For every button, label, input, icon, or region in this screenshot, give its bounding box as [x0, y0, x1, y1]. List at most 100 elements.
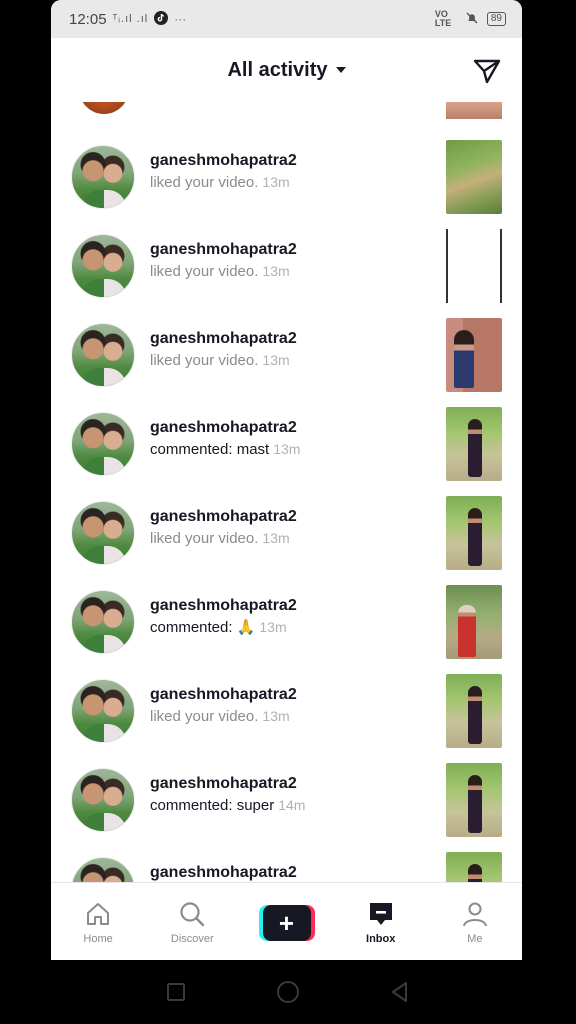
timestamp: 13m	[262, 174, 290, 190]
avatar[interactable]	[71, 233, 135, 298]
notification-text: ganeshmohapatra2 commented: 🙏 13m	[150, 596, 297, 639]
notification-text: ganeshmohapatra2 commented: mast 13m	[150, 418, 300, 461]
avatar[interactable]	[71, 589, 135, 654]
video-thumbnail[interactable]	[446, 673, 502, 748]
nav-home-label: Home	[83, 932, 113, 945]
list-item[interactable]: ganeshmohapatra2 liked your video. 13m	[51, 666, 522, 755]
list-item-partial	[51, 102, 522, 120]
list-item[interactable]: ganeshmohapatra2 commented: 🙏 13m	[51, 577, 522, 666]
avatar[interactable]	[71, 767, 135, 832]
status-bar-right: VO LTE 89	[435, 10, 506, 28]
notification-message: liked your video. 13m	[150, 705, 297, 728]
username[interactable]: ganeshmohapatra2	[150, 151, 297, 171]
home-circle-icon[interactable]	[275, 979, 301, 1005]
nav-me-label: Me	[467, 932, 483, 945]
nav-discover-label: Discover	[170, 932, 214, 945]
message-text: commented: 🙏	[150, 619, 256, 636]
username[interactable]: ganeshmohapatra2	[150, 418, 300, 438]
timestamp: 13m	[262, 530, 290, 546]
avatar[interactable]	[71, 678, 135, 743]
plus-icon: +	[258, 904, 315, 941]
avatar[interactable]	[71, 411, 135, 476]
status-bar-left: 12:05 ᵀᵢ.ıl .ıl ···	[69, 10, 187, 28]
status-time: 12:05	[69, 10, 107, 28]
list-item[interactable]: ganeshmohapatra2 liked your video. 13m	[51, 310, 522, 399]
notification-text: ganeshmohapatra2 commented: super 14m	[150, 774, 305, 817]
list-item[interactable]: ganeshmohapatra2 liked your video. 13m	[51, 132, 522, 221]
battery-indicator: 89	[486, 12, 506, 26]
more-notifications-icon: ···	[174, 12, 187, 26]
video-thumbnail[interactable]	[446, 139, 502, 214]
list-item[interactable]: ganeshmohapatra2 commented: super 14m	[51, 755, 522, 844]
back-icon[interactable]	[387, 979, 413, 1005]
notification-message: commented: 🙏 13m	[150, 616, 297, 639]
activity-filter-dropdown[interactable]: All activity	[227, 58, 346, 82]
notification-message: commented: mast 13m	[150, 438, 300, 461]
video-thumbnail[interactable]	[446, 406, 502, 481]
notification-text: ganeshmohapatra2 liked your video. 13m	[150, 151, 297, 194]
app-screen: 12:05 ᵀᵢ.ıl .ıl ··· VO LTE 89 All activi…	[51, 0, 522, 960]
video-thumbnail[interactable]	[446, 495, 502, 570]
nav-home[interactable]: Home	[51, 883, 145, 960]
notification-message: liked your video. 13m	[150, 171, 297, 194]
avatar	[79, 102, 129, 114]
video-thumbnail[interactable]	[446, 762, 502, 837]
notification-message: commented: super 14m	[150, 794, 305, 817]
message-text: liked your video.	[150, 174, 259, 191]
list-item[interactable]: ganeshmohapatra2 liked your video. 13m	[51, 221, 522, 310]
timestamp: 13m	[262, 352, 290, 368]
notification-text: ganeshmohapatra2	[150, 863, 297, 882]
username[interactable]: ganeshmohapatra2	[150, 507, 297, 527]
username[interactable]: ganeshmohapatra2	[150, 329, 297, 349]
profile-icon	[462, 902, 487, 926]
video-thumbnail[interactable]	[446, 317, 502, 392]
message-text: liked your video.	[150, 352, 259, 369]
username[interactable]: ganeshmohapatra2	[150, 774, 305, 794]
message-text: commented: super	[150, 797, 275, 814]
chevron-down-icon	[335, 67, 346, 73]
create-video-button[interactable]: +	[239, 883, 333, 960]
list-item[interactable]: ganeshmohapatra2 liked your video. 13m	[51, 488, 522, 577]
notification-text: ganeshmohapatra2 liked your video. 13m	[150, 685, 297, 728]
video-thumbnail[interactable]	[446, 228, 502, 303]
notification-message: liked your video. 13m	[150, 260, 297, 283]
nav-inbox-label: Inbox	[366, 932, 396, 945]
list-item[interactable]: ganeshmohapatra2	[51, 844, 522, 882]
bottom-navigation: Home Discover + Inbox Me	[51, 882, 522, 960]
video-thumbnail	[446, 102, 502, 119]
message-text: commented: mast	[150, 441, 270, 458]
username[interactable]: ganeshmohapatra2	[150, 863, 297, 882]
notification-text: ganeshmohapatra2 liked your video. 13m	[150, 240, 297, 283]
home-icon	[87, 902, 110, 925]
activity-header: All activity	[51, 38, 522, 102]
system-navigation-bar	[0, 960, 576, 1024]
avatar[interactable]	[71, 144, 135, 209]
timestamp: 13m	[273, 441, 301, 457]
status-bar: 12:05 ᵀᵢ.ıl .ıl ··· VO LTE 89	[51, 0, 522, 38]
timestamp: 14m	[278, 797, 306, 813]
search-icon	[180, 901, 205, 926]
video-thumbnail[interactable]	[446, 584, 502, 659]
notification-text: ganeshmohapatra2 liked your video. 13m	[150, 507, 297, 550]
video-thumbnail[interactable]	[446, 851, 502, 882]
username[interactable]: ganeshmohapatra2	[150, 240, 297, 260]
username[interactable]: ganeshmohapatra2	[150, 685, 297, 705]
page-title: All activity	[227, 58, 328, 81]
activity-list[interactable]: ganeshmohapatra2 liked your video. 13m gane…	[51, 102, 522, 882]
volte-indicator: VO LTE	[434, 9, 452, 28]
notification-message: liked your video. 13m	[150, 527, 297, 550]
message-text: liked your video.	[150, 263, 259, 280]
send-icon[interactable]	[472, 56, 502, 86]
nav-inbox[interactable]: Inbox	[334, 883, 428, 960]
nav-discover[interactable]: Discover	[145, 883, 239, 960]
list-item[interactable]: ganeshmohapatra2 commented: mast 13m	[51, 399, 522, 488]
avatar[interactable]	[71, 500, 135, 565]
avatar[interactable]	[71, 322, 135, 387]
username[interactable]: ganeshmohapatra2	[150, 596, 297, 616]
nav-me[interactable]: Me	[428, 883, 522, 960]
recents-icon[interactable]	[163, 979, 189, 1005]
notification-text: ganeshmohapatra2 liked your video. 13m	[150, 329, 297, 372]
inbox-icon	[369, 902, 392, 925]
timestamp: 13m	[259, 619, 287, 635]
avatar[interactable]	[71, 856, 135, 882]
